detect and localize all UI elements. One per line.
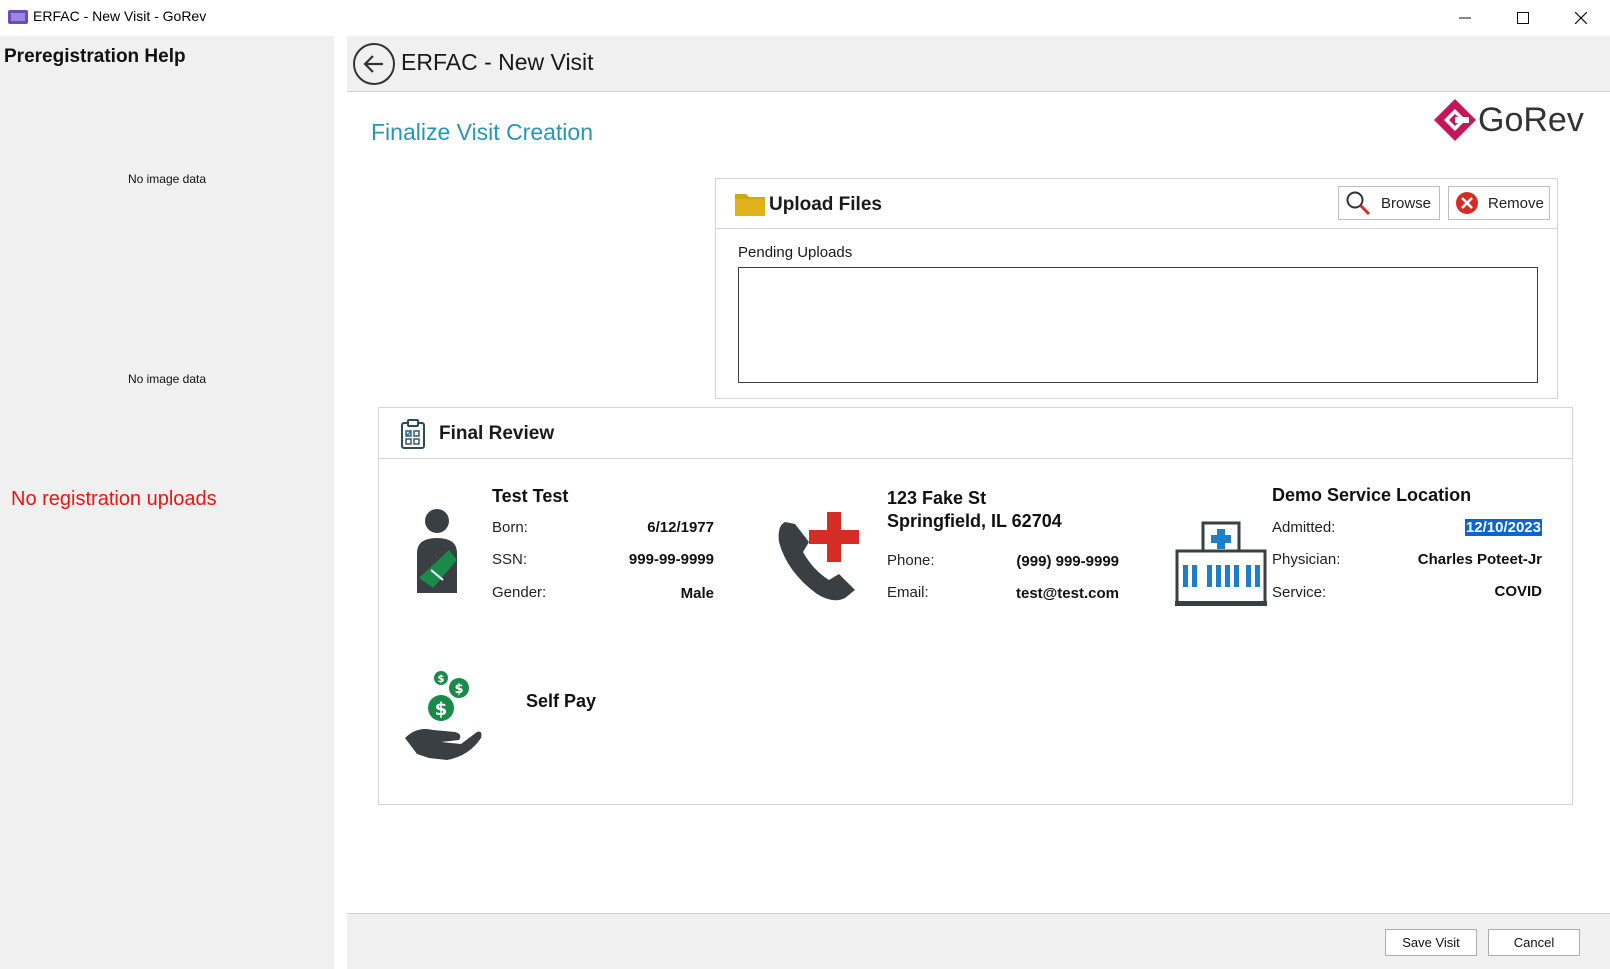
patient-name: Test Test (492, 486, 569, 506)
browse-label: Browse (1381, 194, 1432, 212)
email-value: test@test.com (1016, 585, 1119, 602)
page-title: ERFAC - New Visit (401, 49, 594, 75)
service-label: Service: (1272, 584, 1327, 601)
image-placeholder-1: No image data (127, 172, 207, 186)
payer-label: Self Pay (526, 691, 597, 711)
cancel-button[interactable]: Cancel (1488, 929, 1580, 956)
review-header: Final Review (379, 408, 1572, 459)
address-line1: 123 Fake St (887, 488, 987, 508)
admitted-value-text: 12/10/2023 (1464, 519, 1542, 536)
phone-value: (999) 999-9999 (1016, 553, 1119, 570)
upload-header: Upload Files Browse Remove (716, 179, 1557, 229)
gender-label: Gender: (492, 584, 547, 601)
maximize-icon (1517, 12, 1529, 24)
maximize-button[interactable] (1494, 0, 1552, 36)
ssn-label: SSN: (492, 551, 528, 568)
magnifier-icon (1346, 191, 1371, 216)
email-label: Email: (887, 584, 929, 601)
gorev-logo-icon (1434, 99, 1476, 141)
arrow-left-icon (363, 55, 383, 73)
upload-files-panel: Upload Files Browse Remove Pending Uploa… (715, 178, 1558, 399)
footer-bar: Save Visit Cancel (347, 913, 1610, 969)
self-pay-icon: $ $ $ (405, 671, 482, 760)
window-title: ERFAC - New Visit - GoRev (33, 8, 207, 24)
minimize-button[interactable] (1436, 0, 1494, 36)
section-title: Finalize Visit Creation (371, 119, 594, 145)
remove-label: Remove (1488, 194, 1544, 212)
admitted-label: Admitted: (1272, 519, 1336, 536)
svg-text:$: $ (438, 674, 445, 685)
review-title: Final Review (439, 423, 555, 444)
born-value: 6/12/1977 (647, 519, 714, 536)
minimize-icon (1459, 17, 1471, 19)
gender-value: Male (680, 585, 714, 602)
pending-uploads-list[interactable] (738, 267, 1538, 383)
hospital-icon (1175, 521, 1267, 606)
help-title: Preregistration Help (4, 46, 186, 67)
clipboard-checklist-icon (401, 419, 425, 449)
patient-icon (417, 509, 457, 593)
service-value: COVID (1494, 583, 1542, 600)
physician-label: Physician: (1272, 551, 1341, 568)
gorev-app-icon (8, 10, 28, 24)
folder-icon (735, 194, 765, 216)
upload-title: Upload Files (769, 194, 882, 215)
close-icon (1575, 12, 1587, 24)
browse-button[interactable]: Browse (1338, 186, 1440, 220)
no-uploads-message: No registration uploads (11, 488, 217, 510)
gorev-logo: GoRev (1432, 95, 1602, 145)
physician-value: Charles Poteet-Jr (1417, 551, 1542, 568)
final-review-panel: Final Review Test Test Born: 6/12/1977 S… (378, 407, 1573, 805)
svg-text:$: $ (435, 699, 448, 720)
remove-button[interactable]: Remove (1448, 186, 1550, 220)
remove-icon (1456, 192, 1478, 214)
admitted-value[interactable]: 12/10/2023 (1379, 519, 1542, 536)
save-visit-button[interactable]: Save Visit (1385, 929, 1477, 956)
service-location-name: Demo Service Location (1272, 485, 1472, 505)
image-placeholder-2: No image data (127, 372, 207, 386)
phone-label: Phone: (887, 552, 935, 569)
address-line2: Springfield, IL 62704 (887, 511, 1062, 531)
pending-uploads-label: Pending Uploads (738, 244, 853, 261)
title-bar: ERFAC - New Visit - GoRev (0, 0, 1610, 36)
preregistration-help-pane: Preregistration Help No image data No im… (0, 36, 334, 969)
born-label: Born: (492, 519, 528, 536)
phone-cross-icon (778, 512, 859, 601)
svg-text:$: $ (454, 682, 463, 697)
logo-text: GoRev (1478, 101, 1584, 139)
back-button[interactable] (353, 43, 395, 85)
ssn-value: 999-99-9999 (628, 551, 714, 568)
close-button[interactable] (1552, 0, 1610, 36)
page-header: ERFAC - New Visit (347, 36, 1610, 92)
